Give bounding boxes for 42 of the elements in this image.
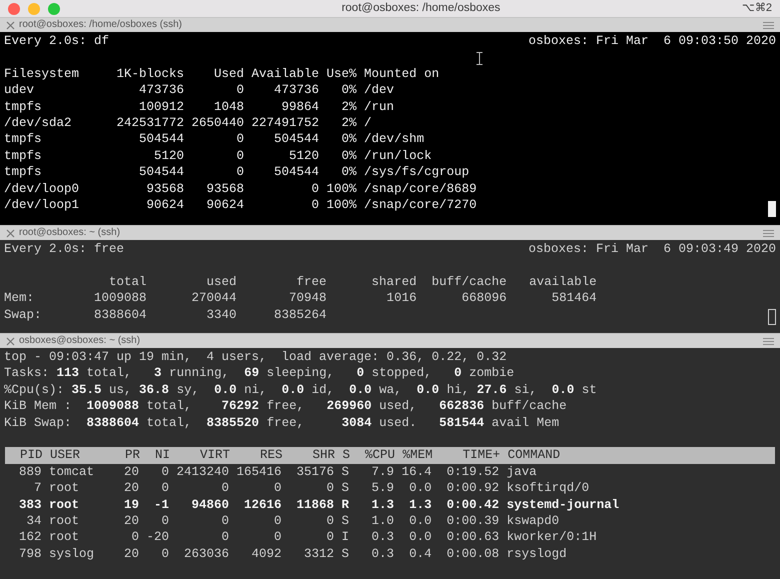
process-row[interactable]: 383 root 19 -1 94860 12616 11868 R 1.3 1.3 0:00.42 systemd-journal (4, 496, 620, 514)
command-line: Every 2.0s: free (4, 241, 124, 258)
summary-line: Tasks: 113 total, 3 running, 69 sleeping, 0 stopped, 0 zombie (4, 365, 514, 382)
summary-line: %Cpu(s): 35.5 us, 36.8 sy, 0.0 ni, 0.0 id, 0.0 wa, 0.0 hi, 27.6 si, 0.0 st (4, 382, 597, 398)
output-line: tmpfs 504544 0 504544 0% /sys/fs/cgroup (4, 164, 470, 181)
process-row[interactable]: 34 root 20 0 0 0 0 S 1.0 0.0 0:00.39 kswapd0 (4, 513, 560, 530)
output-line: tmpfs 100912 1048 99864 2% /run (4, 98, 394, 116)
close-icon[interactable] (6, 20, 15, 30)
output-line: Swap: 8388604 3340 8385264 (4, 306, 327, 324)
window-title: root@osboxes: /home/osboxes (340, 0, 500, 16)
process-row[interactable]: 162 root 0 -20 0 0 0 I 0.3 0.0 0:00.63 kworker/0:1H (4, 529, 597, 546)
summary-line: top - 09:03:47 up 19 min, 4 users, load average: 0.36, 0.22, 0.32 (4, 349, 507, 366)
output-line: /dev/loop0 93568 93568 0 100% /snap/core/8689 (4, 180, 477, 198)
clock-text: osboxes: Fri Mar 6 09:03:49 2020 (528, 241, 776, 258)
output-line: udev 473736 0 473736 0% /dev (4, 82, 394, 99)
tab-title[interactable]: osboxes@osboxes: ~ (ssh) (19, 334, 140, 348)
output-line: tmpfs 5120 0 5120 0% /run/lock (4, 148, 432, 164)
minimize-button[interactable] (28, 2, 40, 14)
summary-line: KiB Swap: 8388604 total, 8385520 free, 3084 used. 581544 avail Mem (4, 414, 560, 432)
table-header: PID USER PR NI VIRT RES SHR S %CPU %MEM TIME+ COMMAND (5, 447, 775, 464)
close-icon[interactable] (6, 336, 15, 346)
process-row[interactable]: 889 tomcat 20 0 2413240 165416 35176 S 7.9 16.4 0:19.52 java (4, 464, 537, 480)
output-line: /dev/sda2 242531772 2650440 227491752 2% / (4, 115, 372, 132)
shortcut-label: ⌥⌘2 (742, 1, 772, 16)
output-line: tmpfs 504544 0 504544 0% /dev/shm (4, 131, 424, 148)
close-button[interactable] (8, 2, 20, 14)
close-icon[interactable] (6, 228, 15, 238)
tab-title[interactable]: root@osboxes: ~ (ssh) (19, 226, 120, 240)
menu-icon[interactable] (763, 228, 774, 238)
output-line: Filesystem 1K-blocks Used Available Use% Mounted on (4, 66, 440, 82)
clock-text: osboxes: Fri Mar 6 09:03:50 2020 (528, 33, 776, 50)
menu-icon[interactable] (763, 20, 774, 30)
summary-line: KiB Mem : 1009088 total, 76292 free, 269960 used, 662836 buff/cache (4, 398, 567, 415)
output-line: Mem: 1009088 270044 70948 1016 668096 581464 (4, 290, 597, 307)
zoom-button[interactable] (48, 2, 60, 14)
process-row[interactable]: 7 root 20 0 0 0 0 S 5.9 0.0 0:00.92 ksoftirqd/0 (4, 480, 590, 497)
tab-title[interactable]: root@osboxes: /home/osboxes (ssh) (19, 18, 182, 32)
command-line: Every 2.0s: df (4, 33, 110, 50)
output-line: /dev/loop1 90624 90624 0 100% /snap/core/7270 (4, 197, 477, 214)
output-line: total used free shared buff/cache available (108, 274, 597, 290)
process-row[interactable]: 798 syslog 20 0 263036 4092 3312 S 0.3 0.4 0:00.08 rsyslogd (4, 546, 567, 562)
menu-icon[interactable] (763, 336, 774, 346)
